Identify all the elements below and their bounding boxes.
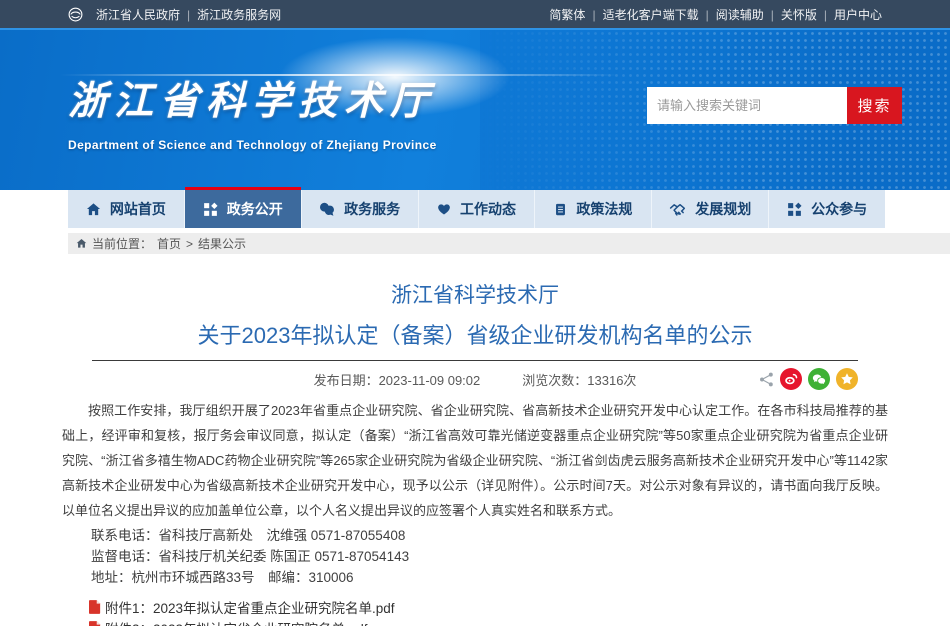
nav-item-home[interactable]: 网站首页 <box>68 190 185 228</box>
article-title-line1: 浙江省科学技术厅 <box>62 279 888 309</box>
contact-phone: 联系电话：省科技厅高新处 沈维强 0571-87055408 <box>62 525 888 546</box>
publish-date: 发布日期：2023-11-09 09:02 <box>314 370 481 393</box>
topbar-link-accessibility-client[interactable]: 适老化客户端下载 <box>592 6 698 23</box>
site-brand: 浙江省科学技术厅 Department of Science and Techn… <box>68 70 437 152</box>
article-title-line2: 关于2023年拟认定（备案）省级企业研发机构名单的公示 <box>62 318 888 350</box>
nav-item-policies-regulations[interactable]: 政策法规 <box>535 190 652 228</box>
service-bubbles-icon <box>319 201 335 217</box>
nav-item-work-news[interactable]: 工作动态 <box>419 190 536 228</box>
site-title-english: Department of Science and Technology of … <box>68 138 437 152</box>
header-banner: 浙江省科学技术厅 Department of Science and Techn… <box>0 28 950 190</box>
topbar-link-user-center[interactable]: 用户中心 <box>824 6 882 23</box>
participation-icon <box>787 202 802 217</box>
contact-block: 联系电话：省科技厅高新处 沈维强 0571-87055408 监督电话：省科技厅… <box>62 525 888 588</box>
attachment-link-1[interactable]: 附件1：2023年拟认定省重点企业研究院名单.pdf <box>62 596 888 617</box>
search-box: 搜索 <box>647 87 902 124</box>
topbar-right: 简繁体 适老化客户端下载 阅读辅助 关怀版 用户中心 <box>549 6 882 23</box>
article-meta-bar: 发布日期：2023-11-09 09:02 浏览次数：13316次 <box>92 360 858 393</box>
address-line: 地址：杭州市环城西路33号 邮编：310006 <box>62 567 888 588</box>
article-body-paragraph: 按照工作安排，我厅组织开展了2023年省重点企业研究院、省企业研究院、省高新技术… <box>62 398 888 523</box>
nav-item-public-participation[interactable]: 公众参与 <box>769 190 885 228</box>
attachment-list: 附件1：2023年拟认定省重点企业研究院名单.pdf 附件2：2023年拟认定省… <box>62 596 888 626</box>
weibo-share-icon[interactable] <box>780 368 802 390</box>
nav-label: 政策法规 <box>576 199 632 219</box>
topbar-link-simplified-traditional[interactable]: 简繁体 <box>549 6 585 23</box>
main-navigation: 网站首页 政务公开 政务服务 工作动态 <box>0 190 950 228</box>
nav-label: 政务公开 <box>227 199 283 219</box>
view-count: 浏览次数：13316次 <box>522 370 636 393</box>
nav-item-government-disclosure[interactable]: 政务公开 <box>185 190 302 228</box>
gov-emblem-icon <box>68 7 83 22</box>
disclosure-icon <box>203 202 218 217</box>
nav-label: 网站首页 <box>110 199 166 219</box>
pdf-icon <box>89 621 101 626</box>
attachment-link-2[interactable]: 附件2：2023年拟认定省企业研究院名单.pdf <box>62 617 888 626</box>
topbar-link-reading-aid[interactable]: 阅读辅助 <box>706 6 764 23</box>
pdf-icon <box>89 600 101 614</box>
nav-label: 政务服务 <box>344 199 400 219</box>
supervision-phone: 监督电话：省科技厅机关纪委 陈国正 0571-87054143 <box>62 546 888 567</box>
document-icon <box>554 202 567 217</box>
wechat-share-icon[interactable] <box>808 368 830 390</box>
page: 浙江省人民政府 浙江政务服务网 简繁体 适老化客户端下载 阅读辅助 关怀版 用户… <box>0 0 950 626</box>
topbar-link-provincial-government[interactable]: 浙江省人民政府 <box>96 6 180 23</box>
topbar-link-care-version[interactable]: 关怀版 <box>771 6 817 23</box>
top-utility-bar: 浙江省人民政府 浙江政务服务网 简繁体 适老化客户端下载 阅读辅助 关怀版 用户… <box>0 0 950 28</box>
breadcrumb-link-home[interactable]: 首页 <box>157 235 181 252</box>
nav-label: 发展规划 <box>695 199 751 219</box>
nav-item-government-services[interactable]: 政务服务 <box>302 190 419 228</box>
search-input[interactable] <box>647 87 847 124</box>
share-icon[interactable] <box>758 371 774 387</box>
topbar-link-zhejiang-service-net[interactable]: 浙江政务服务网 <box>187 6 281 23</box>
home-icon <box>86 202 101 217</box>
breadcrumb-home-icon <box>76 238 87 249</box>
breadcrumb: 当前位置： 首页 > 结果公示 <box>68 233 950 254</box>
qzone-share-icon[interactable] <box>836 368 858 390</box>
nav-label: 公众参与 <box>811 199 867 219</box>
handshake-icon <box>669 201 686 218</box>
breadcrumb-prefix: 当前位置： <box>92 235 152 252</box>
search-button[interactable]: 搜索 <box>847 87 902 124</box>
breadcrumb-current: 结果公示 <box>198 235 246 252</box>
breadcrumb-separator: > <box>186 237 193 251</box>
nav-item-development-planning[interactable]: 发展规划 <box>652 190 769 228</box>
topbar-left: 浙江省人民政府 浙江政务服务网 <box>68 6 281 23</box>
share-bar <box>758 368 858 390</box>
site-title: 浙江省科学技术厅 <box>68 70 437 126</box>
nav-label: 工作动态 <box>460 199 516 219</box>
article: 浙江省科学技术厅 关于2023年拟认定（备案）省级企业研发机构名单的公示 发布日… <box>62 279 888 626</box>
heart-icon <box>437 202 451 216</box>
